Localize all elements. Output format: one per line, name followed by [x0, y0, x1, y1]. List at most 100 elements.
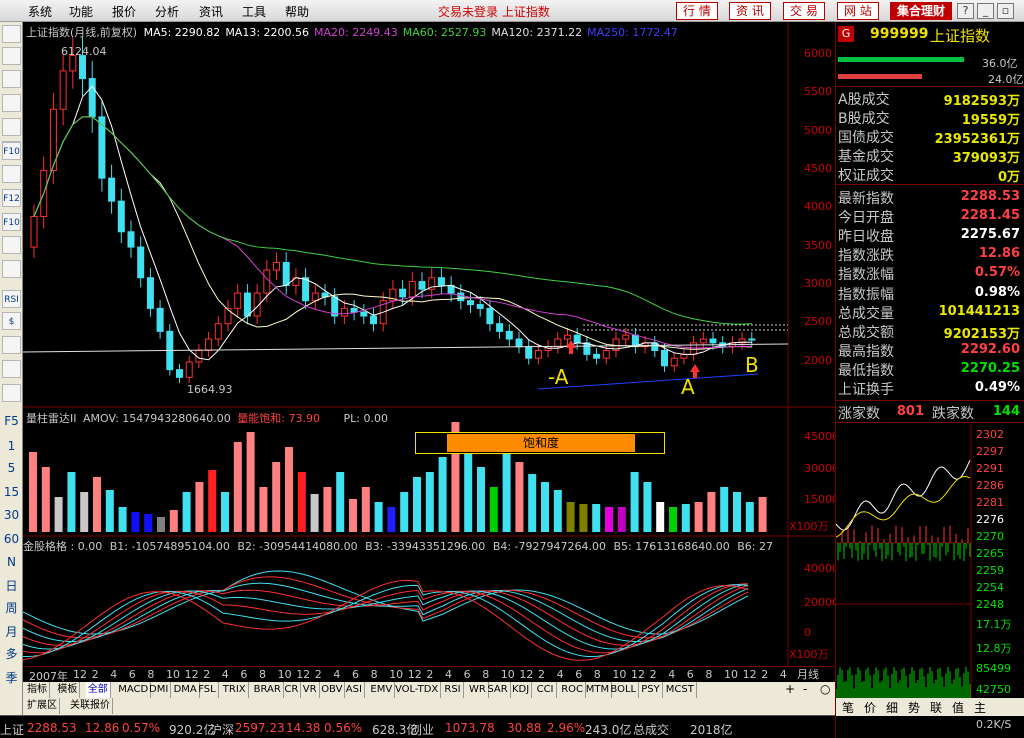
candle	[156, 307, 164, 332]
x-tick: 4	[110, 668, 118, 681]
tab-macd[interactable]: MACD	[116, 682, 152, 698]
tab-psy[interactable]: PSY	[639, 682, 663, 698]
ticker-item: 2018亿	[690, 723, 733, 737]
toolbar-month-icon[interactable]: 月	[2, 623, 21, 641]
x-tick: 12	[73, 668, 87, 681]
tab-roc[interactable]: ROC	[559, 682, 586, 698]
settings-button[interactable]: ○	[820, 682, 830, 696]
toolbar-p30-icon[interactable]: 30	[2, 506, 21, 524]
toolbar-money-icon[interactable]: $	[2, 312, 21, 330]
minimize-icon[interactable]: _	[977, 3, 994, 19]
toolbar-draw-icon[interactable]	[2, 260, 21, 278]
tab-cr[interactable]: CR	[282, 682, 302, 698]
volume-bar	[515, 462, 524, 532]
market-button[interactable]: 行 情	[676, 2, 718, 20]
toolbar-zoom-icon[interactable]	[2, 360, 21, 378]
toolbar-bar-icon[interactable]	[2, 94, 21, 112]
tab-related-quote[interactable]: 关联报价	[68, 698, 113, 714]
tab-emv[interactable]: EMV	[368, 682, 396, 698]
toolbar-p60-icon[interactable]: 60	[2, 530, 21, 548]
vol-chart-header: 量柱雷达II AMOV: 1547943280640.00 量能饱和: 73.9…	[26, 410, 388, 426]
toolbar-calc-icon[interactable]	[2, 165, 21, 183]
toolbar-f12-icon[interactable]: F12	[2, 189, 21, 207]
toolbar-week-icon[interactable]: 周	[2, 599, 21, 617]
right-tab[interactable]: 联	[930, 699, 942, 716]
tab-rsi[interactable]: RSI	[442, 682, 464, 698]
quote-label: 指数振幅	[838, 286, 894, 303]
right-tab[interactable]: 值	[952, 699, 964, 716]
tab-asi[interactable]: ASI	[344, 682, 365, 698]
toolbar-tape-icon[interactable]	[2, 118, 21, 136]
volume-bar	[374, 502, 383, 532]
tab-boll[interactable]: BOLL	[608, 682, 640, 698]
tab-kdj[interactable]: KDJ	[510, 682, 533, 698]
tab-brar[interactable]: BRAR	[252, 682, 284, 698]
tab-模板[interactable]: 模板	[55, 682, 81, 698]
zoom-out-button[interactable]: -	[803, 682, 807, 696]
toolbar-list-icon[interactable]	[2, 47, 21, 65]
toolbar-f10-icon[interactable]: F10	[2, 142, 21, 160]
right-tab[interactable]: 笔	[842, 699, 854, 716]
volume-bar	[720, 487, 729, 532]
tab-vol-tdx[interactable]: VOL-TDX	[393, 682, 442, 698]
toolbar-home-icon[interactable]	[2, 25, 21, 43]
right-tab[interactable]: 细	[886, 699, 898, 716]
candle	[176, 369, 183, 378]
tab-dmi[interactable]: DMI	[147, 682, 172, 698]
toolbar-move-icon[interactable]	[2, 336, 21, 354]
menu-quote[interactable]: 报价	[112, 3, 136, 20]
website-button[interactable]: 网 站	[837, 2, 879, 20]
toolbar-p1-icon[interactable]: 1	[2, 437, 21, 455]
candle	[399, 288, 407, 298]
restore-icon[interactable]: ▫	[997, 3, 1014, 19]
menu-function[interactable]: 功能	[69, 3, 93, 20]
toolbar-multi-icon[interactable]: 多	[2, 645, 21, 663]
bar1-label: 36.0亿	[982, 57, 1018, 70]
tab-trix[interactable]: TRIX	[221, 682, 249, 698]
menu-system[interactable]: 系统	[28, 3, 52, 20]
toolbar-rsi-icon[interactable]: RSI	[2, 290, 21, 308]
tab-sar[interactable]: SAR	[485, 682, 511, 698]
toolbar-p15-icon[interactable]: 15	[2, 483, 21, 501]
toolbar-day-icon[interactable]: 日	[2, 577, 21, 595]
right-tab[interactable]: 价	[864, 699, 876, 716]
candle	[534, 350, 542, 359]
toolbar-f10b-icon[interactable]: F10	[2, 213, 21, 231]
high-price-label: 6124.04	[61, 45, 107, 58]
tab-obv[interactable]: OBV	[319, 682, 346, 698]
ticker-item: 2597.23	[235, 721, 285, 735]
x-tick: 10	[389, 668, 404, 681]
toolbar-p5-icon[interactable]: 5	[2, 459, 21, 477]
wealth-management-button[interactable]: 集合理财	[890, 2, 953, 20]
trade-label: 权证成交	[838, 168, 894, 184]
tab-extension[interactable]: 扩展区	[25, 698, 60, 714]
volume-bar	[733, 492, 741, 532]
toolbar-chart-icon[interactable]	[2, 70, 21, 88]
tab-全部[interactable]: 全部	[85, 682, 111, 698]
volume-bar	[208, 470, 217, 532]
toolbar-f5-icon[interactable]: F5	[2, 412, 21, 430]
help-icon[interactable]: ?	[957, 3, 974, 19]
trade-button[interactable]: 交 易	[783, 2, 825, 20]
candle	[437, 277, 445, 286]
toolbar-pn-icon[interactable]: N	[2, 553, 21, 571]
menu-help[interactable]: 帮助	[285, 3, 309, 20]
ticker-item: 0.56%	[324, 721, 363, 735]
menu-news[interactable]: 资讯	[199, 3, 223, 20]
tab-vr[interactable]: VR	[301, 682, 320, 698]
right-tab[interactable]: 主	[974, 699, 986, 716]
zoom-in-button[interactable]: +	[785, 682, 795, 696]
menu-tools[interactable]: 工具	[242, 3, 266, 20]
toolbar-edit-icon[interactable]	[2, 384, 21, 402]
tab-mcst[interactable]: MCST	[664, 682, 697, 698]
tab-cci[interactable]: CCI	[535, 682, 557, 698]
tab-fsl[interactable]: FSL	[196, 682, 219, 698]
menu-analysis[interactable]: 分析	[155, 3, 179, 20]
ticker-item: 沪深	[210, 723, 235, 737]
right-tab[interactable]: 势	[908, 699, 920, 716]
news-button[interactable]: 资 讯	[729, 2, 771, 20]
toolbar-season-icon[interactable]: 季	[2, 669, 21, 687]
toolbar-finance-icon[interactable]	[2, 236, 21, 254]
tab-指标[interactable]: 指标	[25, 682, 50, 698]
chart-canvas[interactable]	[23, 22, 835, 682]
